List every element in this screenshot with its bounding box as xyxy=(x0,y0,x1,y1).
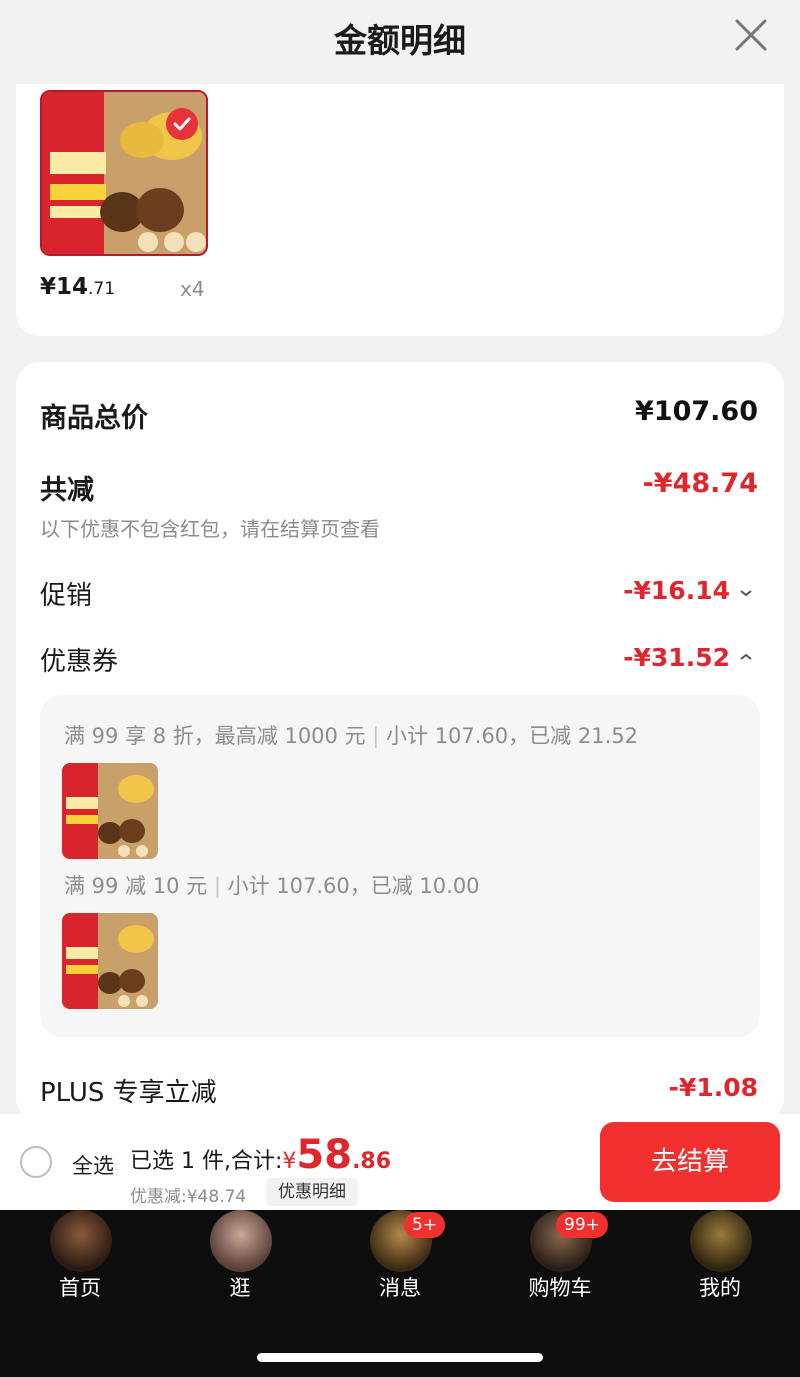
checkout-bar: 全选 已选 1 件,合计:¥58.86 优惠减:¥48.74 优惠明细 去结算 xyxy=(0,1114,800,1210)
chevron-up-icon[interactable] xyxy=(739,652,753,662)
coupon-label: 优惠券 xyxy=(40,647,119,677)
tab-bar: 首页 逛 消息 5+ 购物车 99+ 我的 xyxy=(0,1210,800,1377)
promo-label: 促销 xyxy=(40,581,93,611)
coupon-detail-panel: 满 99 享 8 折，最高减 1000 元 | 小计 107.60，已减 21.… xyxy=(40,695,760,1037)
discount-amount: 优惠减:¥48.74 xyxy=(130,1187,247,1207)
me-avatar-icon xyxy=(690,1210,752,1272)
home-avatar-icon xyxy=(50,1210,112,1272)
tab-home[interactable]: 首页 xyxy=(20,1210,140,1310)
home-indicator xyxy=(257,1353,543,1362)
discount-detail-link[interactable]: 优惠明细 xyxy=(266,1178,358,1206)
checkout-button[interactable]: 去结算 xyxy=(600,1122,780,1202)
explore-avatar-icon xyxy=(210,1210,272,1272)
selection-summary: 已选 1 件,合计:¥58.86 xyxy=(130,1132,392,1178)
coupon-rule-line: 满 99 享 8 折，最高减 1000 元 | 小计 107.60，已减 21.… xyxy=(64,724,638,748)
messages-badge: 5+ xyxy=(404,1212,446,1238)
product-thumbnail[interactable] xyxy=(40,90,208,256)
unit-price: ¥14.71 xyxy=(40,274,116,300)
chevron-down-icon[interactable] xyxy=(739,588,753,598)
plus-discount-value: -¥1.08 xyxy=(668,1073,758,1102)
tab-cart[interactable]: 购物车 99+ xyxy=(500,1210,620,1310)
modal-header: 金额明细 xyxy=(0,0,800,84)
page-title: 金额明细 xyxy=(334,21,466,60)
plus-discount-label: PLUS 专享立减 xyxy=(40,1078,217,1108)
coupon-product-thumbnail[interactable] xyxy=(62,913,158,1009)
selected-check-icon xyxy=(166,108,198,140)
tab-messages[interactable]: 消息 5+ xyxy=(340,1210,460,1310)
goods-total-label: 商品总价 xyxy=(40,403,148,434)
total-price: 58 xyxy=(296,1132,353,1178)
total-reduce-label: 共减 xyxy=(40,475,94,506)
cart-badge: 99+ xyxy=(556,1212,608,1238)
discount-note: 以下优惠不包含红包，请在结算页查看 xyxy=(40,517,380,541)
coupon-rule-line: 满 99 减 10 元 | 小计 107.60，已减 10.00 xyxy=(64,874,480,898)
select-all-radio[interactable] xyxy=(20,1146,52,1178)
price-breakdown-card: 商品总价 ¥107.60 共减 -¥48.74 以下优惠不包含红包，请在结算页查… xyxy=(16,362,784,1122)
coupon-value: -¥31.52 xyxy=(623,643,730,672)
select-all-label[interactable]: 全选 xyxy=(72,1150,114,1180)
product-card: ¥14.71 x4 xyxy=(16,84,784,336)
quantity: x4 xyxy=(180,277,205,301)
promo-value: -¥16.14 xyxy=(623,576,730,605)
total-reduce-value: -¥48.74 xyxy=(642,468,758,499)
goods-total-value: ¥107.60 xyxy=(635,396,758,427)
tab-me[interactable]: 我的 xyxy=(660,1210,780,1310)
coupon-product-thumbnail[interactable] xyxy=(62,763,158,859)
close-icon[interactable] xyxy=(734,18,768,52)
tab-explore[interactable]: 逛 xyxy=(180,1210,300,1310)
